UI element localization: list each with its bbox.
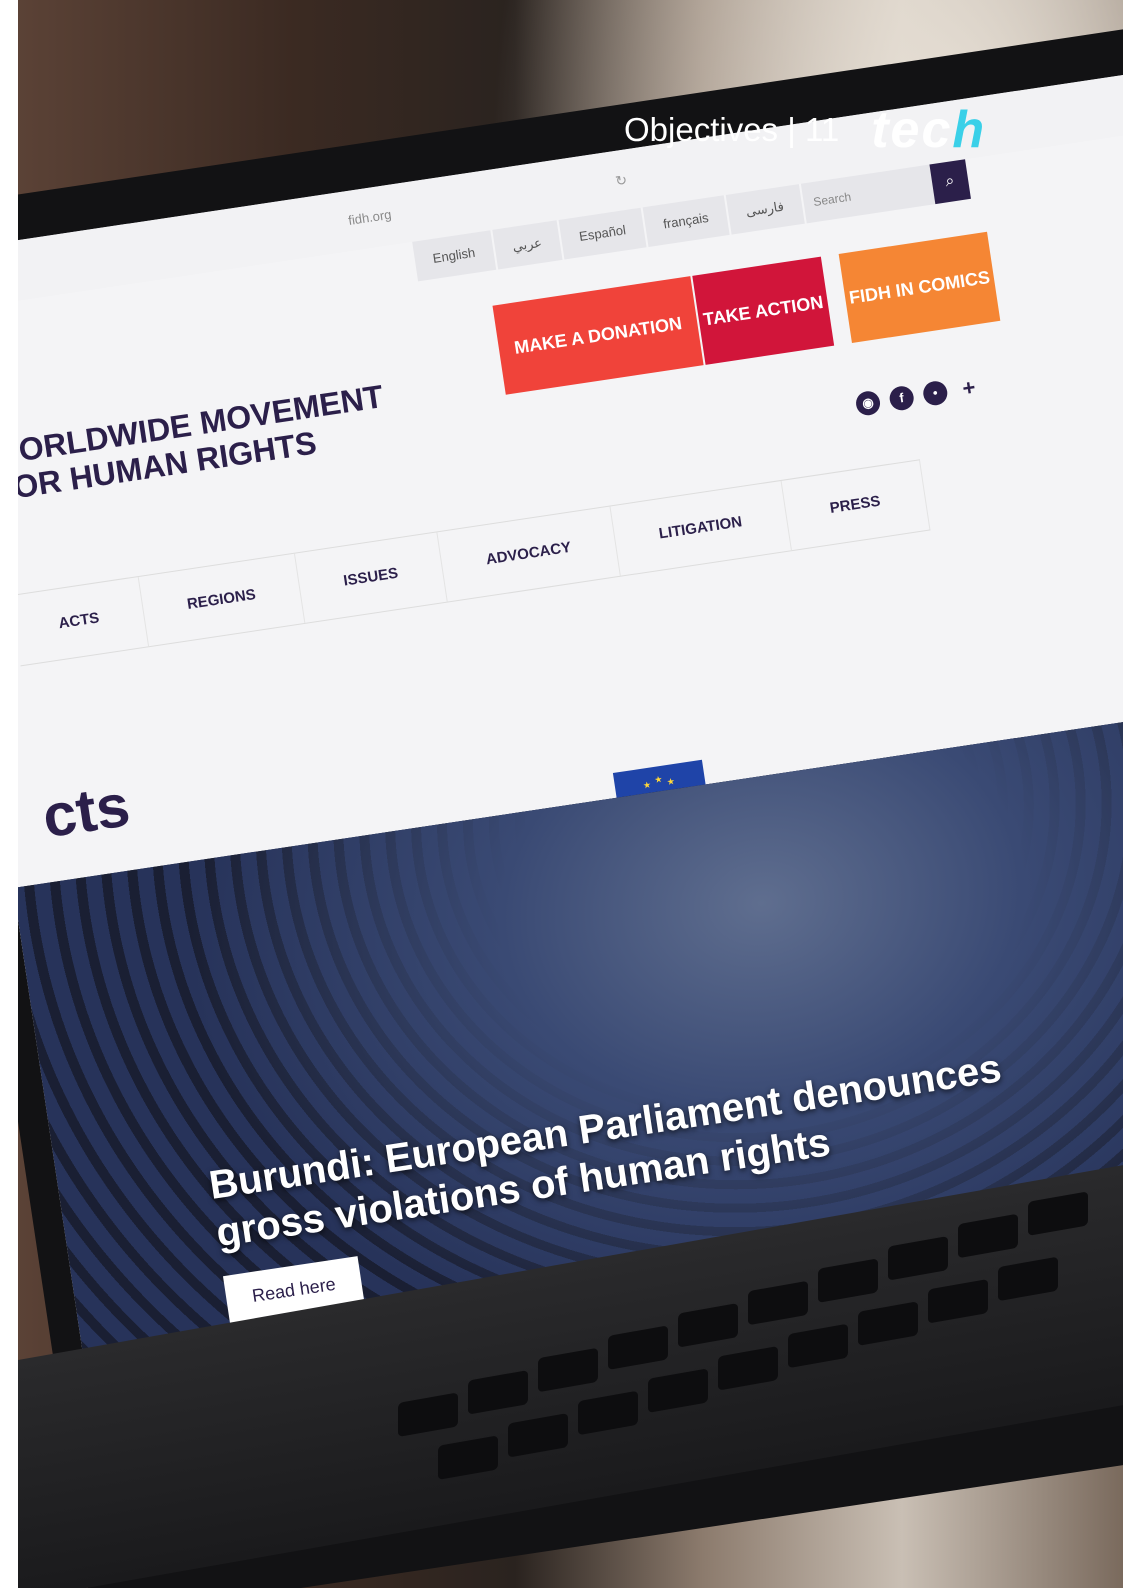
- lang-arabic[interactable]: عربي: [491, 220, 563, 270]
- laptop-photo: fidh.org ↻ English عربي Español français…: [18, 0, 1123, 1588]
- reload-icon[interactable]: ↻: [614, 172, 628, 191]
- tech-logo-main: tec: [871, 101, 953, 159]
- nav-item-issues[interactable]: ISSUES: [295, 532, 448, 623]
- plus-icon[interactable]: +: [955, 374, 982, 402]
- nav-item-advocacy[interactable]: ADVOCACY: [437, 506, 621, 602]
- comics-button[interactable]: FIDH IN COMICS: [838, 231, 1001, 343]
- main-nav: ACTS REGIONS ISSUES ADVOCACY LITIGATION …: [18, 459, 931, 667]
- donate-button[interactable]: MAKE A DONATION: [492, 276, 704, 395]
- social-links: ◉ f • +: [854, 374, 982, 417]
- tech-logo: tech: [871, 100, 986, 160]
- search-icon[interactable]: ⌕: [929, 159, 971, 205]
- facebook-icon[interactable]: f: [888, 384, 916, 412]
- twitter-icon[interactable]: •: [921, 379, 949, 407]
- page-left-margin: [0, 0, 18, 1588]
- site-logo-title[interactable]: WORLDWIDE MOVEMENT FOR HUMAN RIGHTS: [18, 375, 412, 508]
- tech-logo-h: h: [952, 101, 987, 159]
- page-header: Objectives | 11 tech: [624, 100, 986, 160]
- nav-item-regions[interactable]: REGIONS: [138, 553, 306, 647]
- rss-icon[interactable]: ◉: [854, 389, 882, 417]
- hero-title: cts: [38, 771, 134, 851]
- nav-item-litigation[interactable]: LITIGATION: [610, 480, 792, 576]
- nav-item-press[interactable]: PRESS: [781, 460, 931, 551]
- section-label: Objectives | 11: [624, 111, 840, 148]
- nav-item-acts[interactable]: ACTS: [18, 576, 149, 666]
- take-action-button[interactable]: TAKE ACTION: [692, 256, 835, 365]
- address-bar[interactable]: fidh.org: [347, 207, 392, 228]
